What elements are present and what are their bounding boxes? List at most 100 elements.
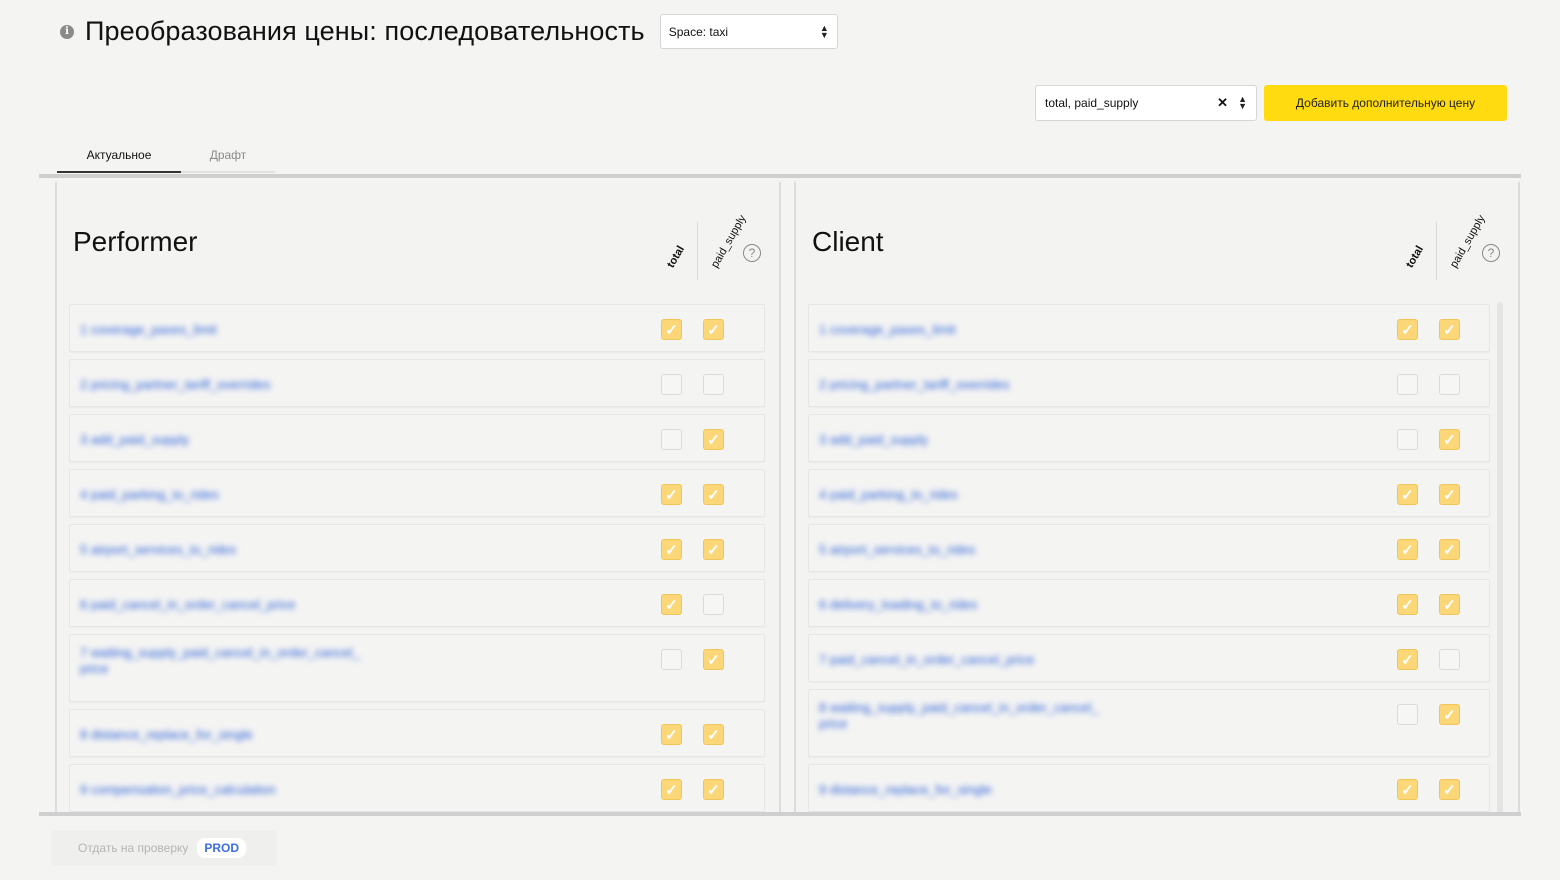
table-row: 1 coverage_paxes_limit ✓ ✓ xyxy=(69,304,765,352)
help-icon[interactable]: ? xyxy=(743,244,761,262)
row-link[interactable]: 3 add_paid_supply xyxy=(819,432,928,448)
space-select[interactable]: Space: taxi ▲ ▼ xyxy=(659,14,838,49)
checkbox-paid-supply[interactable]: ✓ xyxy=(1439,429,1460,450)
checkbox-total[interactable] xyxy=(1397,374,1418,395)
submit-for-review-bar[interactable]: Отдать на проверку PROD xyxy=(51,830,277,866)
row-link[interactable]: 4 paid_parking_to_rides xyxy=(80,487,219,503)
scrollbar[interactable] xyxy=(1497,302,1503,812)
row-link[interactable]: 2 pricing_partner_tariff_overrides xyxy=(80,377,271,393)
checkbox-paid-supply[interactable]: ✓ xyxy=(1439,704,1460,725)
checkbox-total[interactable] xyxy=(1397,429,1418,450)
row-link[interactable]: 9 distance_replace_for_single xyxy=(819,782,992,798)
updown-icon: ▲ ▼ xyxy=(1238,94,1247,111)
table-row: 7 paid_cancel_in_order_cancel_price ✓ xyxy=(808,634,1490,682)
checkbox-paid-supply[interactable]: ✓ xyxy=(703,779,724,800)
space-select-value: Space: taxi xyxy=(668,24,729,39)
column-header-total: total xyxy=(665,243,688,270)
page-title: Преобразования цены: последовательность xyxy=(85,16,645,46)
checkbox-total[interactable]: ✓ xyxy=(1397,319,1418,340)
table-row: 6 paid_cancel_in_order_cancel_price ✓ xyxy=(69,579,765,627)
checkbox-total[interactable]: ✓ xyxy=(661,539,682,560)
column-header-total: total xyxy=(1404,243,1427,270)
table-row: 9 compensation_price_calculation ✓ ✓ xyxy=(69,764,765,812)
row-link[interactable]: 1 coverage_paxes_limit xyxy=(819,322,956,338)
checkbox-paid-supply[interactable]: ✓ xyxy=(703,724,724,745)
performer-panel: Performer total paid_supply ? 1 coverage… xyxy=(55,182,781,812)
checkbox-total[interactable] xyxy=(1397,704,1418,725)
tabs: Актуальное Драфт xyxy=(57,140,275,173)
table-row: 4 paid_parking_to_rides ✓ ✓ xyxy=(808,469,1490,517)
checkbox-paid-supply[interactable]: ✓ xyxy=(703,429,724,450)
row-link[interactable]: 6 paid_cancel_in_order_cancel_price xyxy=(80,597,295,613)
checkbox-total[interactable]: ✓ xyxy=(661,724,682,745)
client-panel: Client total paid_supply ? 1 coverage_pa… xyxy=(794,182,1520,812)
column-header-paid-supply: paid_supply xyxy=(709,213,749,270)
table-row: 7 waiting_supply_paid_cancel_in_order_ca… xyxy=(69,634,765,702)
checkbox-paid-supply[interactable] xyxy=(703,374,724,395)
panel-title: Client xyxy=(812,226,884,257)
checkbox-total[interactable]: ✓ xyxy=(661,484,682,505)
row-link[interactable]: 1 coverage_paxes_limit xyxy=(80,322,217,338)
checkbox-paid-supply[interactable]: ✓ xyxy=(703,484,724,505)
table-row: 5 airport_services_to_rides ✓ ✓ xyxy=(69,524,765,572)
checkbox-total[interactable]: ✓ xyxy=(661,594,682,615)
row-link[interactable]: 9 compensation_price_calculation xyxy=(80,782,276,798)
row-link[interactable]: 5 airport_services_to_rides xyxy=(819,542,975,558)
checkbox-paid-supply[interactable]: ✓ xyxy=(1439,539,1460,560)
table-row: 8 waiting_supply_paid_cancel_in_order_ca… xyxy=(808,689,1490,757)
row-link[interactable]: 8 waiting_supply_paid_cancel_in_order_ca… xyxy=(819,700,1099,732)
help-icon[interactable]: ? xyxy=(1482,244,1500,262)
row-link[interactable]: 8 distance_replace_for_single xyxy=(80,727,253,743)
row-link[interactable]: 6 delivery_loading_to_rides xyxy=(819,597,977,613)
content-area: Performer total paid_supply ? 1 coverage… xyxy=(39,174,1521,816)
checkbox-total[interactable]: ✓ xyxy=(1397,779,1418,800)
column-header-paid-supply: paid_supply xyxy=(1448,213,1488,270)
checkbox-paid-supply[interactable]: ✓ xyxy=(703,649,724,670)
checkbox-total[interactable]: ✓ xyxy=(1397,649,1418,670)
updown-icon: ▲ ▼ xyxy=(819,22,829,40)
checkbox-paid-supply[interactable]: ✓ xyxy=(1439,319,1460,340)
prices-select[interactable]: total, paid_supply ✕ ▲ ▼ xyxy=(1035,85,1257,121)
submit-for-review-label: Отдать на проверку xyxy=(78,841,189,855)
checkbox-paid-supply[interactable]: ✓ xyxy=(703,539,724,560)
checkbox-total[interactable]: ✓ xyxy=(1397,594,1418,615)
table-row: 4 paid_parking_to_rides ✓ ✓ xyxy=(69,469,765,517)
checkbox-paid-supply[interactable]: ✓ xyxy=(1439,484,1460,505)
table-row: 2 pricing_partner_tariff_overrides xyxy=(69,359,765,407)
checkbox-total[interactable]: ✓ xyxy=(1397,484,1418,505)
table-row: 8 distance_replace_for_single ✓ ✓ xyxy=(69,709,765,757)
env-badge: PROD xyxy=(197,838,247,858)
table-row: 9 distance_replace_for_single ✓ ✓ xyxy=(808,764,1490,812)
checkbox-total[interactable]: ✓ xyxy=(661,319,682,340)
table-row: 6 delivery_loading_to_rides ✓ ✓ xyxy=(808,579,1490,627)
checkbox-paid-supply[interactable] xyxy=(1439,649,1460,670)
table-row: 2 pricing_partner_tariff_overrides xyxy=(808,359,1490,407)
checkbox-total[interactable] xyxy=(661,649,682,670)
checkbox-paid-supply[interactable]: ✓ xyxy=(1439,594,1460,615)
checkbox-paid-supply[interactable]: ✓ xyxy=(703,319,724,340)
checkbox-total[interactable] xyxy=(661,429,682,450)
row-link[interactable]: 2 pricing_partner_tariff_overrides xyxy=(819,377,1010,393)
info-icon[interactable]: i xyxy=(60,24,74,39)
table-row: 1 coverage_paxes_limit ✓ ✓ xyxy=(808,304,1490,352)
checkbox-paid-supply[interactable] xyxy=(1439,374,1460,395)
table-row: 3 add_paid_supply ✓ xyxy=(808,414,1490,462)
add-extra-price-button[interactable]: Добавить дополнительную цену xyxy=(1264,85,1507,121)
clear-icon[interactable]: ✕ xyxy=(1217,95,1228,111)
row-link[interactable]: 7 paid_cancel_in_order_cancel_price xyxy=(819,652,1034,668)
prices-select-value: total, paid_supply xyxy=(1045,96,1139,110)
row-link[interactable]: 4 paid_parking_to_rides xyxy=(819,487,958,503)
row-link[interactable]: 3 add_paid_supply xyxy=(80,432,189,448)
checkbox-total[interactable]: ✓ xyxy=(661,779,682,800)
checkbox-total[interactable]: ✓ xyxy=(1397,539,1418,560)
table-row: 3 add_paid_supply ✓ xyxy=(69,414,765,462)
panel-title: Performer xyxy=(73,226,198,257)
checkbox-paid-supply[interactable]: ✓ xyxy=(1439,779,1460,800)
row-link[interactable]: 7 waiting_supply_paid_cancel_in_order_ca… xyxy=(80,645,360,677)
tab-draft[interactable]: Драфт xyxy=(181,140,275,173)
row-link[interactable]: 5 airport_services_to_rides xyxy=(80,542,236,558)
checkbox-total[interactable] xyxy=(661,374,682,395)
tab-actual[interactable]: Актуальное xyxy=(57,140,181,173)
checkbox-paid-supply[interactable] xyxy=(703,594,724,615)
table-row: 5 airport_services_to_rides ✓ ✓ xyxy=(808,524,1490,572)
